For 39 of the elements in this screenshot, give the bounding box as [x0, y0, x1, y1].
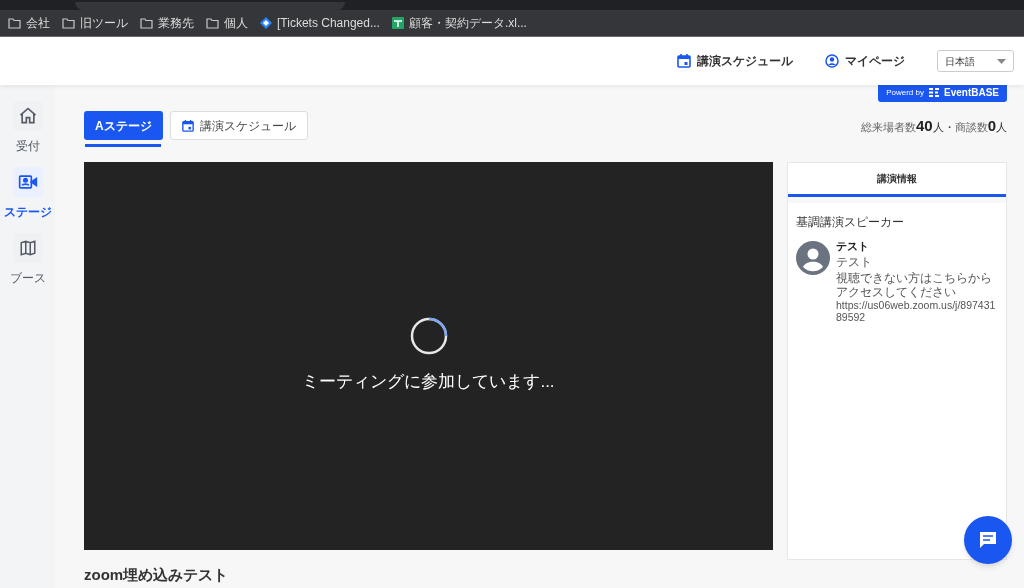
folder-icon	[140, 17, 153, 29]
folder-icon	[62, 17, 75, 29]
user-icon	[825, 54, 839, 68]
bookmark-link[interactable]: 顧客・契約データ.xl...	[408, 14, 527, 32]
calendar-icon	[677, 54, 691, 68]
diamond-icon	[260, 17, 272, 29]
speaker-name: テスト	[836, 239, 870, 253]
spreadsheet-icon	[391, 17, 404, 29]
speaker-link[interactable]: https://us06web.zoom.us/j/89743189592	[836, 299, 998, 323]
home-icon	[17, 106, 38, 126]
stage-tab[interactable]: 講演スケジュール	[169, 111, 308, 140]
stat-text: 商談数0人	[954, 115, 1007, 136]
page-title: zoom埋め込みテスト	[84, 566, 230, 584]
header-link[interactable]: 講演スケジュール	[697, 52, 793, 70]
stat-text: 総来場者数40人・	[860, 115, 955, 136]
chat-icon	[978, 530, 998, 550]
map-icon	[18, 239, 37, 257]
speaker-title: テスト	[836, 255, 873, 269]
calendar-icon	[181, 119, 194, 132]
language-select[interactable]: 日本語	[937, 50, 1014, 72]
header-link[interactable]: マイページ	[845, 52, 905, 70]
folder-icon	[8, 17, 21, 29]
sidebar-item[interactable]: ステージ	[3, 167, 52, 221]
logo-icon	[929, 88, 939, 97]
sidebar-item[interactable]: ブース	[9, 233, 46, 287]
loading-spinner-icon	[409, 317, 448, 356]
bookmark-link[interactable]: 個人	[224, 14, 248, 32]
bookmark-link[interactable]: 会社	[26, 14, 50, 32]
caret-icon	[997, 58, 1006, 64]
section-title: 基調講演スピーカー	[796, 214, 905, 231]
folder-icon	[206, 17, 219, 29]
speaker-description: 視聴できない方はこちらからアクセスしてください	[836, 271, 993, 299]
bookmark-link[interactable]: 業務先	[158, 14, 194, 32]
bookmark-link[interactable]: 旧ツール	[80, 14, 128, 32]
status-message: ミーティングに参加しています...	[302, 371, 555, 394]
bookmark-link[interactable]: [Tickets Changed...	[277, 14, 380, 32]
video-camera-icon	[17, 173, 38, 191]
stage-tab[interactable]: Aステージ	[84, 111, 163, 140]
avatar-icon	[796, 241, 830, 275]
